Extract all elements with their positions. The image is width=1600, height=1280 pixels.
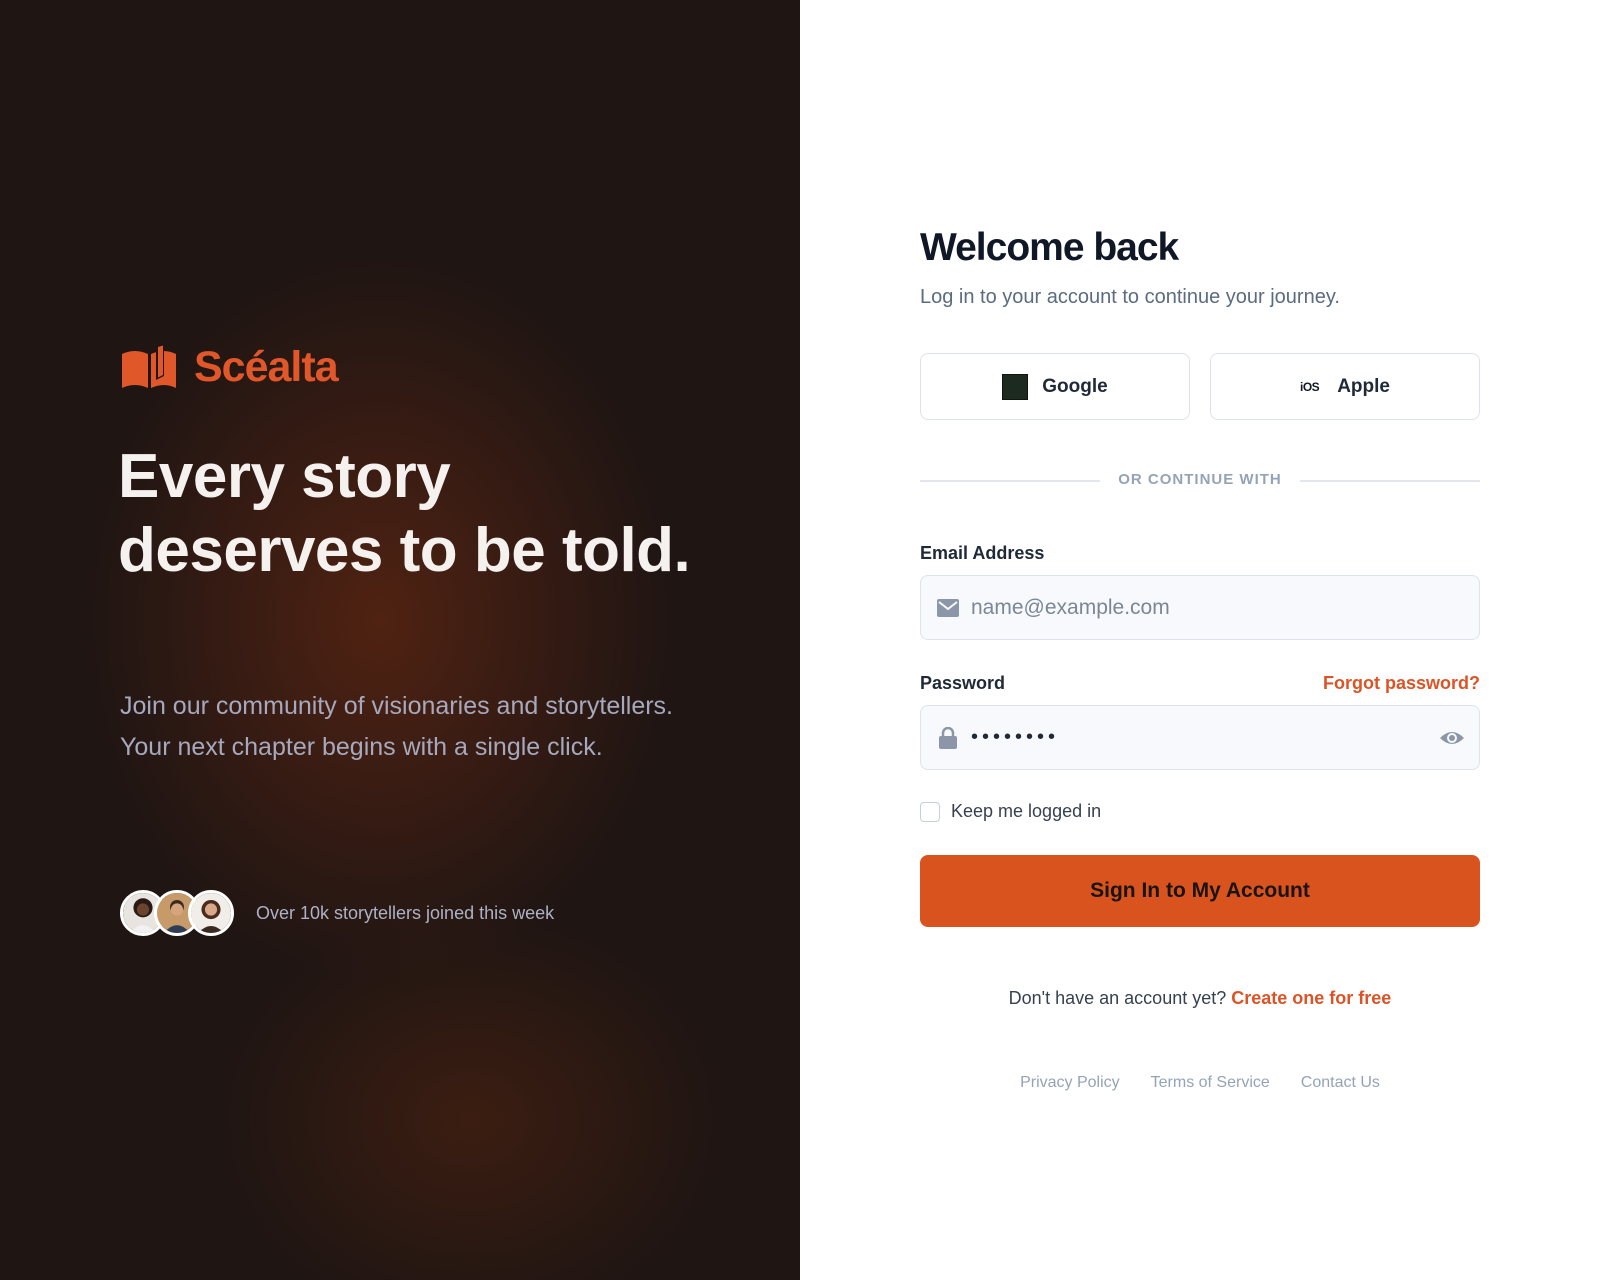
divider-right — [1300, 480, 1480, 482]
signup-prompt: Don't have an account yet? Create one fo… — [920, 988, 1480, 1009]
page-subtitle: Log in to your account to continue your … — [920, 286, 1340, 308]
password-field[interactable] — [971, 726, 1479, 749]
social-proof-text: Over 10k storytellers joined this week — [256, 902, 555, 923]
email-field-wrapper — [920, 575, 1480, 640]
apple-label: Apple — [1337, 375, 1390, 397]
mail-icon — [937, 597, 959, 619]
keep-logged-in-checkbox[interactable] — [920, 801, 940, 822]
page-title: Welcome back — [920, 226, 1179, 269]
google-login-button[interactable]: Google — [920, 353, 1190, 420]
email-label: Email Address — [920, 543, 1045, 563]
hero-headline: Every story deserves to be told. — [118, 442, 691, 585]
sign-in-button[interactable]: Sign In to My Account — [920, 855, 1480, 927]
contact-us-link[interactable]: Contact Us — [1301, 1074, 1380, 1092]
privacy-policy-link[interactable]: Privacy Policy — [1020, 1074, 1120, 1092]
avatar-group — [120, 890, 234, 936]
create-account-link[interactable]: Create one for free — [1231, 988, 1391, 1008]
forgot-password-link[interactable]: Forgot password? — [1323, 673, 1480, 694]
google-label: Google — [1042, 375, 1108, 397]
keep-logged-in-label: Keep me logged in — [951, 801, 1102, 821]
password-label: Password — [920, 673, 1006, 693]
apple-icon: iOS — [1300, 379, 1320, 394]
footer-links: Privacy Policy Terms of Service Contact … — [920, 1074, 1480, 1092]
google-icon — [1002, 373, 1029, 400]
lock-icon — [937, 726, 959, 749]
hero-panel: Scéalta Every story deserves to be told.… — [0, 0, 800, 1280]
brand-logo[interactable]: Scéalta — [120, 342, 339, 392]
divider-left — [920, 480, 1100, 482]
login-panel: Welcome back Log in to your account to c… — [800, 0, 1600, 1280]
hero-subtext: Join our community of visionaries and st… — [120, 692, 674, 761]
password-field-wrapper — [920, 705, 1480, 770]
email-field[interactable] — [971, 595, 1479, 620]
eye-icon[interactable] — [1439, 726, 1465, 750]
signup-prompt-text: Don't have an account yet? — [1008, 988, 1227, 1008]
brand-name: Scéalta — [194, 342, 339, 391]
keep-logged-in[interactable]: Keep me logged in — [920, 801, 1101, 822]
terms-of-service-link[interactable]: Terms of Service — [1151, 1074, 1270, 1092]
avatar — [188, 890, 234, 936]
open-book-icon — [122, 344, 176, 388]
apple-login-button[interactable]: iOS Apple — [1210, 353, 1480, 420]
social-proof: Over 10k storytellers joined this week — [120, 890, 554, 936]
divider-text: OR CONTINUE WITH — [1118, 471, 1282, 488]
